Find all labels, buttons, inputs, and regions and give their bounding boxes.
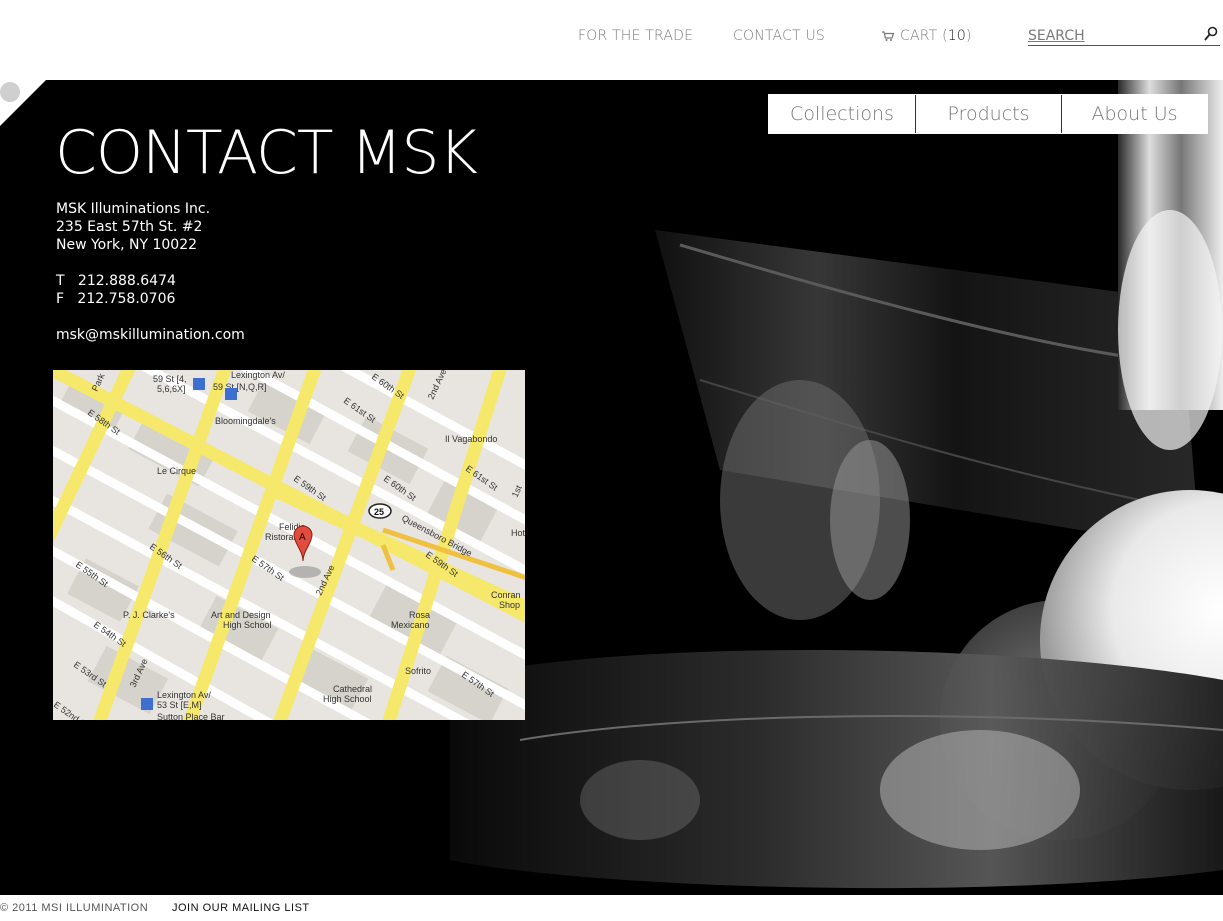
hero-stage: Collections Products About Us CONTACT MS… bbox=[0, 80, 1223, 895]
map-label-cathedral1: Cathedral bbox=[333, 684, 372, 694]
map-label-hot: Hot bbox=[511, 528, 525, 538]
phone-prefix: T bbox=[56, 273, 65, 289]
for-the-trade-link[interactable]: FOR THE TRADE bbox=[578, 28, 693, 44]
map-label-le-cirque: Le Cirque bbox=[157, 466, 196, 476]
top-bar: FOR THE TRADE CONTACT US CART (10) SEARC… bbox=[0, 0, 1223, 80]
map-label-art-design1: Art and Design bbox=[211, 610, 271, 620]
address-line-1: 235 East 57th St. #2 bbox=[56, 219, 203, 235]
map-label-cathedral2: High School bbox=[323, 694, 372, 704]
map-label-bloomingdales: Bloomingdale's bbox=[215, 416, 276, 426]
cart-label: CART ( bbox=[900, 28, 948, 44]
map-label-st59nqr: 59 St [N,Q,R] bbox=[213, 382, 267, 392]
cart-label-close: ) bbox=[965, 28, 972, 44]
map-label-rosa1: Rosa bbox=[409, 610, 430, 620]
cart-count: 10 bbox=[947, 28, 966, 44]
corner-dot-icon bbox=[0, 82, 20, 102]
map-label-art-design2: High School bbox=[223, 620, 272, 630]
nav-collections[interactable]: Collections bbox=[769, 95, 915, 133]
map-label-sutton: Sutton Place Bar bbox=[157, 712, 225, 720]
map-label-rosa2: Mexicano bbox=[391, 620, 430, 630]
search-label: SEARCH bbox=[1028, 28, 1085, 44]
map-label-conran1: Conran bbox=[491, 590, 521, 600]
mailing-list-link[interactable]: JOIN OUR MAILING LIST bbox=[172, 902, 310, 914]
map-label-vagabondo: Il Vagabondo bbox=[445, 434, 497, 444]
map-label-lex53b: 53 St [E,M] bbox=[157, 700, 202, 710]
email-link[interactable]: msk@mskillumination.com bbox=[56, 326, 245, 344]
subway-icon bbox=[193, 378, 205, 390]
map-marker-label: A bbox=[299, 532, 306, 543]
map-label-sofrito: Sofrito bbox=[405, 666, 431, 676]
nav-about-us[interactable]: About Us bbox=[1061, 95, 1207, 133]
map-label-lex59: Lexington Av/ bbox=[231, 370, 285, 380]
location-map[interactable]: Lexington Av/ 59 St [4, 5,6,6X] 59 St [N… bbox=[53, 370, 525, 720]
map-label-lex53a: Lexington Av/ bbox=[157, 690, 211, 700]
footer: © 2011 MSI ILLUMINATION JOIN OUR MAILING… bbox=[0, 895, 1223, 921]
address-line-2: New York, NY 10022 bbox=[56, 237, 198, 253]
page-title: CONTACT MSK bbox=[55, 118, 478, 188]
copyright-text: © 2011 MSI ILLUMINATION bbox=[0, 902, 149, 914]
fax-row: F 212.758.0706 bbox=[56, 290, 175, 308]
cart-icon[interactable] bbox=[882, 31, 894, 41]
map-graphic: Lexington Av/ 59 St [4, 5,6,6X] 59 St [N… bbox=[53, 370, 525, 720]
subway-icon bbox=[141, 698, 153, 710]
fax-number: 212.758.0706 bbox=[77, 291, 176, 307]
cart-link[interactable]: CART (10) bbox=[900, 28, 972, 44]
phone-number[interactable]: 212.888.6474 bbox=[78, 273, 176, 289]
main-nav: Collections Products About Us bbox=[768, 94, 1208, 134]
map-label-st59b: 5,6,6X] bbox=[157, 384, 186, 394]
map-label-pj-clarkes: P. J. Clarke's bbox=[123, 610, 175, 620]
map-label-conran2: Shop bbox=[499, 600, 520, 610]
phone-row: T 212.888.6474 bbox=[56, 272, 176, 290]
map-label-st59: 59 St [4, bbox=[153, 374, 187, 384]
search-icon[interactable] bbox=[1204, 26, 1218, 42]
company-name: MSK Illuminations Inc. bbox=[56, 201, 211, 217]
contact-us-link[interactable]: CONTACT US bbox=[733, 28, 825, 44]
subway-icon bbox=[225, 388, 237, 400]
search-input[interactable]: SEARCH bbox=[1028, 26, 1220, 46]
nav-products[interactable]: Products bbox=[915, 95, 1061, 133]
route-number: 25 bbox=[374, 507, 384, 517]
fax-prefix: F bbox=[56, 291, 65, 307]
